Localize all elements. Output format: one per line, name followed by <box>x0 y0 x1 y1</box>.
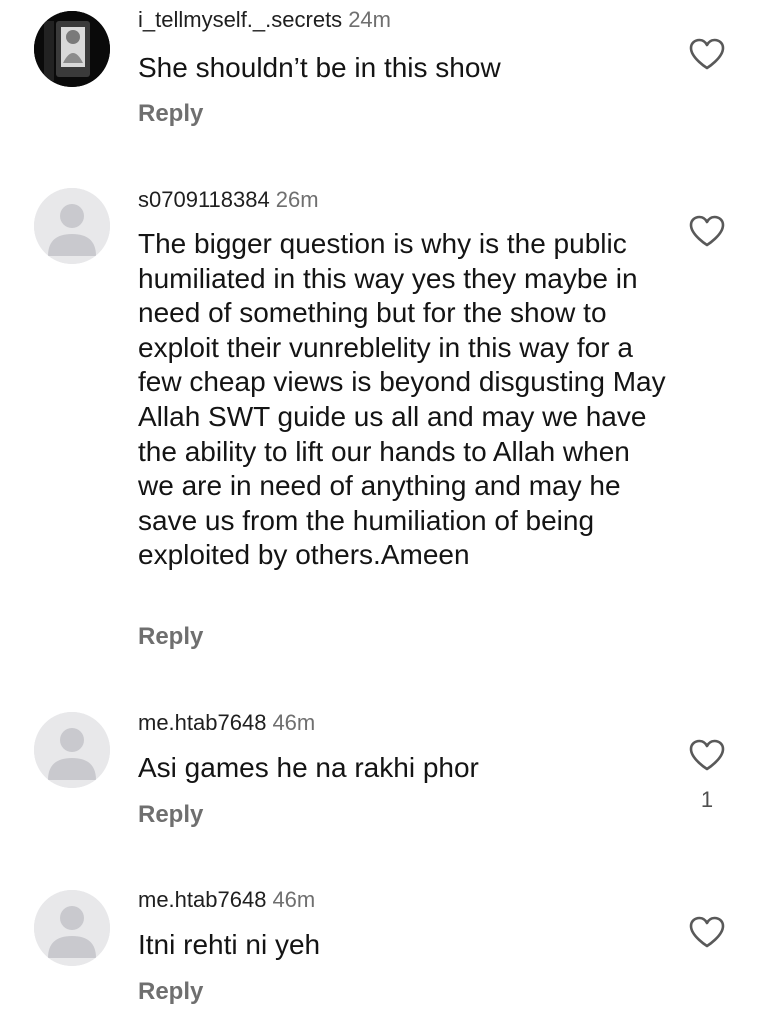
comment-text: Itni rehti ni yeh <box>138 929 321 960</box>
username[interactable]: me.htab7648 <box>138 887 266 912</box>
timestamp: 46m <box>272 887 316 912</box>
comment-header: me.htab7648 46m <box>138 887 315 913</box>
reply-button[interactable]: Reply <box>138 978 203 1006</box>
heart-outline-icon[interactable] <box>688 915 726 949</box>
comment-item: me.htab7648 46m Itni rehti ni yeh Reply <box>0 0 764 1024</box>
user-avatar[interactable] <box>34 890 110 966</box>
default-user-avatar-icon <box>34 890 110 966</box>
